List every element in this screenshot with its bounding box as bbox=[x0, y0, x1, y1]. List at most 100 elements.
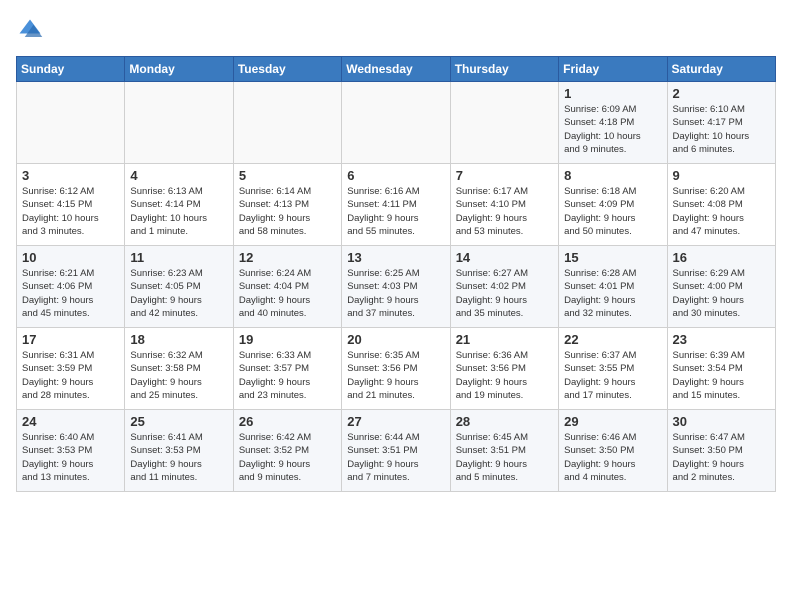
calendar-cell: 4 Sunrise: 6:13 AM Sunset: 4:14 PM Daylig… bbox=[125, 164, 233, 246]
day-info: Sunrise: 6:32 AM Sunset: 3:58 PM Dayligh… bbox=[130, 349, 227, 402]
day-number: 7 bbox=[456, 168, 553, 183]
day-info: Sunrise: 6:10 AM Sunset: 4:17 PM Dayligh… bbox=[673, 103, 770, 156]
day-info: Sunrise: 6:28 AM Sunset: 4:01 PM Dayligh… bbox=[564, 267, 661, 320]
day-number: 5 bbox=[239, 168, 336, 183]
calendar-cell: 27 Sunrise: 6:44 AM Sunset: 3:51 PM Dayli… bbox=[342, 410, 450, 492]
day-number: 22 bbox=[564, 332, 661, 347]
calendar-cell: 5 Sunrise: 6:14 AM Sunset: 4:13 PM Daylig… bbox=[233, 164, 341, 246]
day-number: 30 bbox=[673, 414, 770, 429]
day-number: 13 bbox=[347, 250, 444, 265]
calendar-cell: 11Sunrise: 6:23 AM Sunset: 4:05 PM Dayli… bbox=[125, 246, 233, 328]
day-info: Sunrise: 6:17 AM Sunset: 4:10 PM Dayligh… bbox=[456, 185, 553, 238]
calendar-cell: 26 Sunrise: 6:42 AM Sunset: 3:52 PM Dayli… bbox=[233, 410, 341, 492]
calendar-cell: 24 Sunrise: 6:40 AM Sunset: 3:53 PM Dayli… bbox=[17, 410, 125, 492]
calendar-cell: 18Sunrise: 6:32 AM Sunset: 3:58 PM Dayli… bbox=[125, 328, 233, 410]
calendar-cell: 8 Sunrise: 6:18 AM Sunset: 4:09 PM Daylig… bbox=[559, 164, 667, 246]
calendar-cell: 23Sunrise: 6:39 AM Sunset: 3:54 PM Dayli… bbox=[667, 328, 775, 410]
header-wednesday: Wednesday bbox=[342, 57, 450, 82]
day-number: 29 bbox=[564, 414, 661, 429]
day-number: 8 bbox=[564, 168, 661, 183]
calendar-cell: 19Sunrise: 6:33 AM Sunset: 3:57 PM Dayli… bbox=[233, 328, 341, 410]
calendar-cell: 22 Sunrise: 6:37 AM Sunset: 3:55 PM Dayli… bbox=[559, 328, 667, 410]
calendar-cell bbox=[125, 82, 233, 164]
page-header bbox=[16, 16, 776, 44]
day-number: 1 bbox=[564, 86, 661, 101]
calendar-cell bbox=[233, 82, 341, 164]
calendar-cell: 14 Sunrise: 6:27 AM Sunset: 4:02 PM Dayli… bbox=[450, 246, 558, 328]
calendar-cell: 17 Sunrise: 6:31 AM Sunset: 3:59 PM Dayli… bbox=[17, 328, 125, 410]
day-number: 16 bbox=[673, 250, 770, 265]
calendar-week-row: 10 Sunrise: 6:21 AM Sunset: 4:06 PM Dayli… bbox=[17, 246, 776, 328]
day-number: 27 bbox=[347, 414, 444, 429]
day-info: Sunrise: 6:46 AM Sunset: 3:50 PM Dayligh… bbox=[564, 431, 661, 484]
day-info: Sunrise: 6:45 AM Sunset: 3:51 PM Dayligh… bbox=[456, 431, 553, 484]
calendar-cell: 7 Sunrise: 6:17 AM Sunset: 4:10 PM Daylig… bbox=[450, 164, 558, 246]
calendar-cell: 13 Sunrise: 6:25 AM Sunset: 4:03 PM Dayli… bbox=[342, 246, 450, 328]
day-info: Sunrise: 6:13 AM Sunset: 4:14 PM Dayligh… bbox=[130, 185, 227, 238]
day-info: Sunrise: 6:40 AM Sunset: 3:53 PM Dayligh… bbox=[22, 431, 119, 484]
day-number: 17 bbox=[22, 332, 119, 347]
day-info: Sunrise: 6:47 AM Sunset: 3:50 PM Dayligh… bbox=[673, 431, 770, 484]
calendar-cell: 12 Sunrise: 6:24 AM Sunset: 4:04 PM Dayli… bbox=[233, 246, 341, 328]
calendar-cell: 29 Sunrise: 6:46 AM Sunset: 3:50 PM Dayli… bbox=[559, 410, 667, 492]
calendar-week-row: 17 Sunrise: 6:31 AM Sunset: 3:59 PM Dayli… bbox=[17, 328, 776, 410]
day-number: 21 bbox=[456, 332, 553, 347]
day-info: Sunrise: 6:16 AM Sunset: 4:11 PM Dayligh… bbox=[347, 185, 444, 238]
header-sunday: Sunday bbox=[17, 57, 125, 82]
header-thursday: Thursday bbox=[450, 57, 558, 82]
day-info: Sunrise: 6:14 AM Sunset: 4:13 PM Dayligh… bbox=[239, 185, 336, 238]
day-info: Sunrise: 6:39 AM Sunset: 3:54 PM Dayligh… bbox=[673, 349, 770, 402]
calendar-cell bbox=[342, 82, 450, 164]
day-info: Sunrise: 6:31 AM Sunset: 3:59 PM Dayligh… bbox=[22, 349, 119, 402]
calendar-cell bbox=[450, 82, 558, 164]
day-info: Sunrise: 6:20 AM Sunset: 4:08 PM Dayligh… bbox=[673, 185, 770, 238]
day-info: Sunrise: 6:12 AM Sunset: 4:15 PM Dayligh… bbox=[22, 185, 119, 238]
day-number: 14 bbox=[456, 250, 553, 265]
day-info: Sunrise: 6:21 AM Sunset: 4:06 PM Dayligh… bbox=[22, 267, 119, 320]
calendar-cell: 15 Sunrise: 6:28 AM Sunset: 4:01 PM Dayli… bbox=[559, 246, 667, 328]
day-number: 12 bbox=[239, 250, 336, 265]
calendar-week-row: 1Sunrise: 6:09 AM Sunset: 4:18 PM Daylig… bbox=[17, 82, 776, 164]
day-info: Sunrise: 6:44 AM Sunset: 3:51 PM Dayligh… bbox=[347, 431, 444, 484]
day-number: 10 bbox=[22, 250, 119, 265]
calendar-cell: 9 Sunrise: 6:20 AM Sunset: 4:08 PM Daylig… bbox=[667, 164, 775, 246]
calendar-cell: 30 Sunrise: 6:47 AM Sunset: 3:50 PM Dayli… bbox=[667, 410, 775, 492]
day-info: Sunrise: 6:29 AM Sunset: 4:00 PM Dayligh… bbox=[673, 267, 770, 320]
calendar-header-row: SundayMondayTuesdayWednesdayThursdayFrid… bbox=[17, 57, 776, 82]
header-tuesday: Tuesday bbox=[233, 57, 341, 82]
calendar-cell: 2 Sunrise: 6:10 AM Sunset: 4:17 PM Daylig… bbox=[667, 82, 775, 164]
day-number: 11 bbox=[130, 250, 227, 265]
calendar-cell: 1Sunrise: 6:09 AM Sunset: 4:18 PM Daylig… bbox=[559, 82, 667, 164]
day-info: Sunrise: 6:42 AM Sunset: 3:52 PM Dayligh… bbox=[239, 431, 336, 484]
calendar-cell: 16 Sunrise: 6:29 AM Sunset: 4:00 PM Dayli… bbox=[667, 246, 775, 328]
calendar-cell: 28 Sunrise: 6:45 AM Sunset: 3:51 PM Dayli… bbox=[450, 410, 558, 492]
day-info: Sunrise: 6:18 AM Sunset: 4:09 PM Dayligh… bbox=[564, 185, 661, 238]
day-number: 9 bbox=[673, 168, 770, 183]
day-number: 26 bbox=[239, 414, 336, 429]
calendar-cell: 20Sunrise: 6:35 AM Sunset: 3:56 PM Dayli… bbox=[342, 328, 450, 410]
day-number: 28 bbox=[456, 414, 553, 429]
header-friday: Friday bbox=[559, 57, 667, 82]
day-number: 25 bbox=[130, 414, 227, 429]
day-info: Sunrise: 6:27 AM Sunset: 4:02 PM Dayligh… bbox=[456, 267, 553, 320]
calendar-cell: 3 Sunrise: 6:12 AM Sunset: 4:15 PM Daylig… bbox=[17, 164, 125, 246]
day-number: 4 bbox=[130, 168, 227, 183]
day-info: Sunrise: 6:33 AM Sunset: 3:57 PM Dayligh… bbox=[239, 349, 336, 402]
header-monday: Monday bbox=[125, 57, 233, 82]
calendar-cell: 21 Sunrise: 6:36 AM Sunset: 3:56 PM Dayli… bbox=[450, 328, 558, 410]
day-number: 3 bbox=[22, 168, 119, 183]
day-number: 15 bbox=[564, 250, 661, 265]
calendar-cell bbox=[17, 82, 125, 164]
calendar-cell: 10 Sunrise: 6:21 AM Sunset: 4:06 PM Dayli… bbox=[17, 246, 125, 328]
day-number: 24 bbox=[22, 414, 119, 429]
day-info: Sunrise: 6:37 AM Sunset: 3:55 PM Dayligh… bbox=[564, 349, 661, 402]
logo bbox=[16, 16, 48, 44]
logo-icon bbox=[16, 16, 44, 44]
calendar-cell: 6Sunrise: 6:16 AM Sunset: 4:11 PM Daylig… bbox=[342, 164, 450, 246]
day-info: Sunrise: 6:41 AM Sunset: 3:53 PM Dayligh… bbox=[130, 431, 227, 484]
day-info: Sunrise: 6:25 AM Sunset: 4:03 PM Dayligh… bbox=[347, 267, 444, 320]
day-info: Sunrise: 6:36 AM Sunset: 3:56 PM Dayligh… bbox=[456, 349, 553, 402]
day-info: Sunrise: 6:24 AM Sunset: 4:04 PM Dayligh… bbox=[239, 267, 336, 320]
calendar-table: SundayMondayTuesdayWednesdayThursdayFrid… bbox=[16, 56, 776, 492]
day-number: 2 bbox=[673, 86, 770, 101]
